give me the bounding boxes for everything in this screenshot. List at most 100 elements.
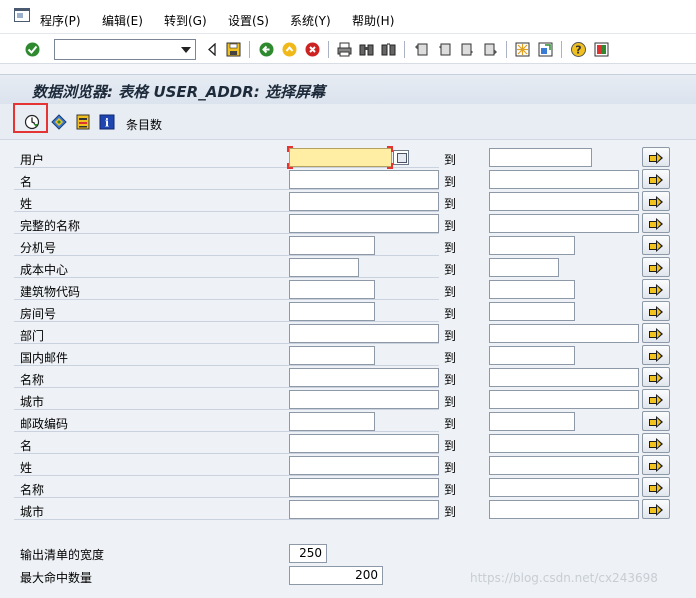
next-page-icon[interactable] [459,41,476,58]
to-input[interactable] [489,302,575,321]
find-next-icon[interactable] [380,41,397,58]
to-input[interactable] [489,434,639,453]
layout-menu-icon[interactable] [593,41,610,58]
window-icon[interactable] [14,8,30,22]
to-label: 到 [444,461,457,475]
back-icon[interactable] [258,41,275,58]
from-input[interactable] [289,346,375,365]
to-input[interactable] [489,500,639,519]
to-input[interactable] [489,258,559,277]
from-input[interactable] [289,170,439,189]
to-input[interactable] [489,280,575,299]
from-input[interactable] [289,434,439,453]
field-label: 邮政编码 [20,417,69,431]
to-input[interactable] [489,478,639,497]
first-page-icon[interactable] [413,41,430,58]
to-input[interactable] [489,324,639,343]
menu-settings[interactable]: 设置(S) [228,12,269,29]
multiple-selection-button[interactable] [642,455,670,475]
menu-help[interactable]: 帮助(H) [352,12,394,29]
to-input[interactable] [489,368,639,387]
execute-icon[interactable] [23,113,40,130]
from-input[interactable] [289,302,375,321]
arrow-right-icon [648,239,664,252]
selection-options-icon[interactable] [50,113,67,130]
to-input[interactable] [489,412,575,431]
variant-icon[interactable] [74,113,91,130]
row-divider [14,189,439,190]
info-icon[interactable]: i [98,113,115,130]
focus-corner [287,146,293,152]
menu-system[interactable]: 系统(Y) [290,12,331,29]
from-input[interactable] [289,236,375,255]
to-input[interactable] [489,390,639,409]
multiple-selection-button[interactable] [642,433,670,453]
multiple-selection-button[interactable] [642,191,670,211]
collapse-left-icon[interactable] [203,41,220,58]
multiple-selection-button[interactable] [642,169,670,189]
to-label: 到 [444,263,457,277]
multiple-selection-button[interactable] [642,477,670,497]
last-page-icon[interactable] [482,41,499,58]
arrow-right-icon [648,415,664,428]
cancel-icon[interactable] [304,41,321,58]
command-field[interactable] [54,39,196,60]
from-input[interactable] [289,368,439,387]
to-label: 到 [444,175,457,189]
to-input[interactable] [489,456,639,475]
multiple-selection-button[interactable] [642,279,670,299]
help-icon[interactable]: ? [570,41,587,58]
multiple-selection-button[interactable] [642,147,670,167]
from-input[interactable] [289,148,392,167]
max-hits-field[interactable]: 200 [289,566,383,585]
menu-goto[interactable]: 转到(G) [164,12,207,29]
to-label: 到 [444,153,457,167]
shortcut-icon[interactable] [537,41,554,58]
multiple-selection-button[interactable] [642,235,670,255]
to-input[interactable] [489,170,639,189]
arrow-right-icon [648,437,664,450]
from-input[interactable] [289,478,439,497]
menu-edit[interactable]: 编辑(E) [102,12,143,29]
to-input[interactable] [489,192,639,211]
to-input[interactable] [489,148,592,167]
to-input[interactable] [489,346,575,365]
from-input[interactable] [289,280,375,299]
from-input[interactable] [289,324,439,343]
new-session-icon[interactable] [514,41,531,58]
field-label: 名 [20,175,33,189]
to-input[interactable] [489,236,575,255]
multiple-selection-button[interactable] [642,301,670,321]
row-divider [14,497,439,498]
print-icon[interactable] [336,41,353,58]
exit-icon[interactable] [281,41,298,58]
multiple-selection-button[interactable] [642,345,670,365]
from-input[interactable] [289,390,439,409]
multiple-selection-button[interactable] [642,257,670,277]
multiple-selection-button[interactable] [642,213,670,233]
multiple-selection-button[interactable] [642,499,670,519]
from-input[interactable] [289,192,439,211]
from-input[interactable] [289,500,439,519]
from-input[interactable] [289,214,439,233]
previous-page-icon[interactable] [436,41,453,58]
record-count-button[interactable]: 条目数 [126,116,162,133]
to-label: 到 [444,373,457,387]
multiple-selection-icon[interactable] [393,150,409,165]
toolbar-separator [561,41,562,58]
chevron-down-icon[interactable] [181,47,191,53]
multiple-selection-button[interactable] [642,411,670,431]
to-input[interactable] [489,214,639,233]
multiple-selection-button[interactable] [642,389,670,409]
find-icon[interactable] [358,41,375,58]
checkmark-icon[interactable] [24,41,41,58]
focus-corner [287,163,293,169]
output-width-field[interactable]: 250 [289,544,327,563]
menu-program[interactable]: 程序(P) [40,12,81,29]
from-input[interactable] [289,412,375,431]
from-input[interactable] [289,456,439,475]
multiple-selection-button[interactable] [642,323,670,343]
save-icon[interactable] [225,41,242,58]
multiple-selection-button[interactable] [642,367,670,387]
from-input[interactable] [289,258,359,277]
